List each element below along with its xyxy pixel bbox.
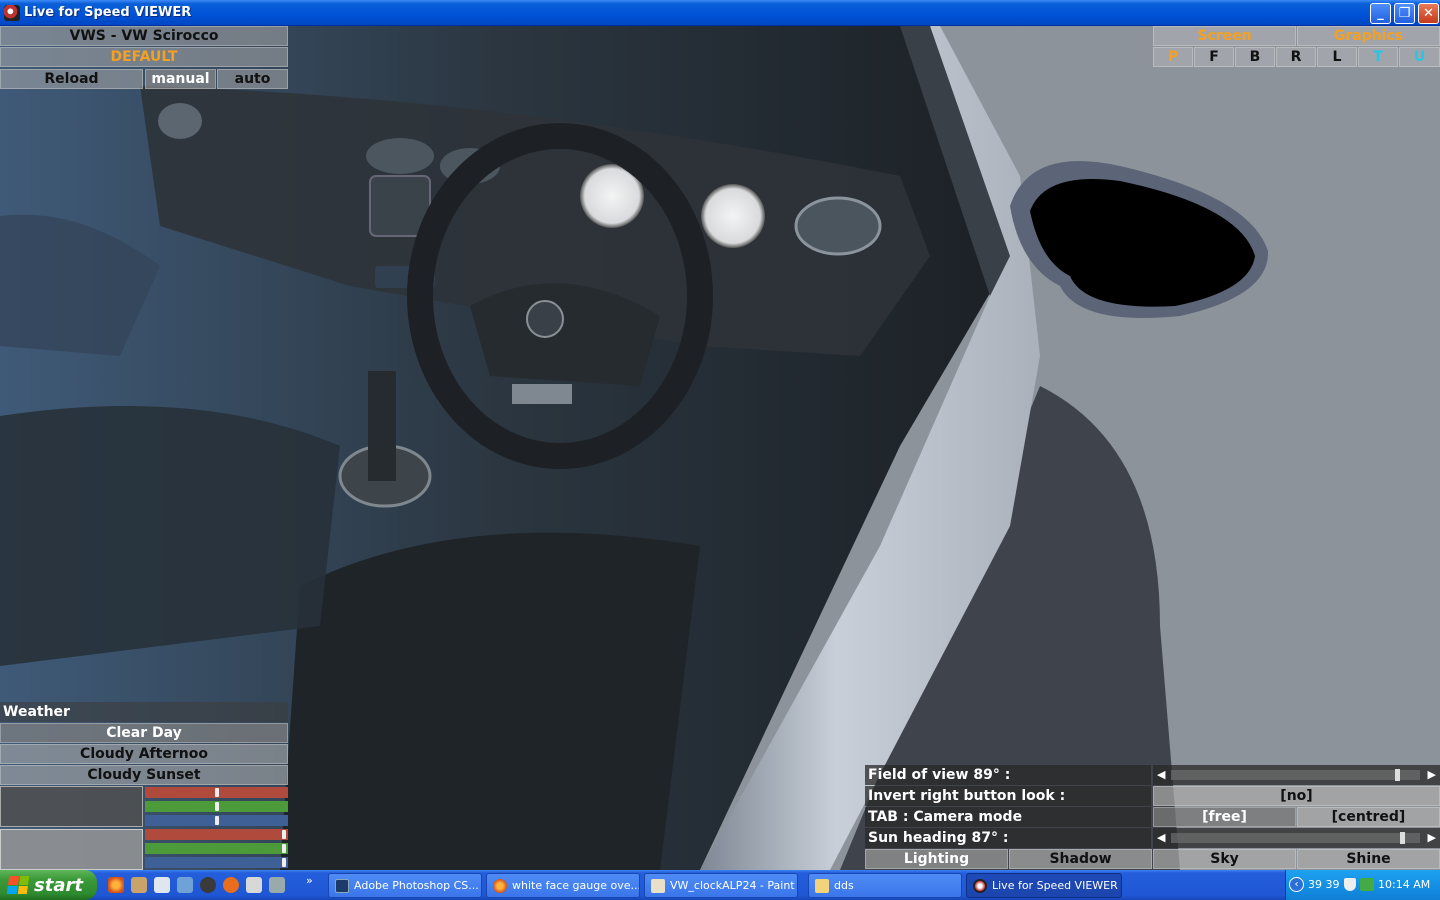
lfs-icon [973,878,987,893]
fov-knob[interactable] [1395,769,1401,781]
ambient-color-swatch[interactable] [0,786,143,827]
fov-label: Field of view 89° : [865,765,1151,785]
lfs-app-icon [4,4,20,21]
sun-green-slider[interactable] [145,843,288,854]
task-label: dds [834,879,854,892]
taskbar-item-dds-folder[interactable]: dds [808,873,962,898]
start-label: start [34,874,83,896]
view-f-button[interactable]: F [1194,47,1234,67]
view-l-button[interactable]: L [1317,47,1357,67]
start-button[interactable]: start [0,870,97,900]
sun-right-arrow-icon[interactable]: ▶ [1428,831,1436,844]
sun-blue-slider[interactable] [145,857,288,868]
task-label: white face gauge ove... [512,879,640,892]
window-title: Live for Speed VIEWER [24,5,192,20]
camera-free-button[interactable]: [free] [1153,807,1296,827]
sun-red-knob[interactable] [282,830,286,839]
view-u-button[interactable]: U [1399,47,1440,67]
sun-left-arrow-icon[interactable]: ◀ [1157,831,1165,844]
ambient-blue-slider[interactable] [145,815,288,826]
tab-shine[interactable]: Shine [1297,849,1440,869]
quicklaunch-expand-icon[interactable]: » [306,874,313,887]
car-skin-label[interactable]: DEFAULT [0,47,288,67]
desktop-quicklaunch-icon[interactable] [154,877,170,893]
ambient-blue-knob[interactable] [214,816,219,825]
ambient-red-knob[interactable] [214,788,219,797]
network-quicklaunch-icon[interactable] [269,877,285,893]
tray-clock: 10:14 AM [1378,878,1431,891]
media-quicklaunch-icon[interactable] [223,877,239,893]
close-button[interactable]: ✕ [1418,3,1439,24]
tray-expand-icon[interactable]: ‹ [1289,877,1304,892]
tray-numbers: 39 39 [1308,878,1340,891]
car-name-label: VWS - VW Scirocco [0,26,288,46]
tool-quicklaunch-icon[interactable] [246,877,262,893]
sun-color-swatch[interactable] [0,829,143,870]
folder-quicklaunch-icon[interactable] [131,877,147,893]
firefox-quicklaunch-icon[interactable] [108,877,124,893]
invert-look-label: Invert right button look : [865,786,1151,806]
tab-lighting[interactable]: Lighting [865,849,1008,869]
windows-logo-icon [6,876,30,894]
paint-icon [651,878,665,893]
weather-heading: Weather [0,702,288,722]
fov-right-arrow-icon[interactable]: ▶ [1428,768,1436,781]
folder-icon [815,878,829,893]
fov-left-arrow-icon[interactable]: ◀ [1157,768,1165,781]
ambient-red-slider[interactable] [145,787,288,798]
window-titlebar: Live for Speed VIEWER _ ❐ ✕ [0,0,1440,26]
camera-centred-button[interactable]: [centred] [1297,807,1440,827]
tab-screen[interactable]: Screen [1153,26,1296,46]
sun-red-slider[interactable] [145,829,288,840]
security-shield-icon[interactable] [1344,878,1356,891]
sun-knob[interactable] [1400,832,1406,844]
sun-blue-knob[interactable] [282,858,286,867]
weather-option-clear-day[interactable]: Clear Day [0,723,288,743]
taskbar-item-lfs-viewer[interactable]: Live for Speed VIEWER [966,873,1122,898]
task-label: Adobe Photoshop CS... [354,879,479,892]
view-r-button[interactable]: R [1276,47,1316,67]
taskbar: start » Adobe Photoshop CS... white face… [0,870,1440,900]
fov-track[interactable] [1171,770,1420,780]
tab-graphics[interactable]: Graphics [1297,26,1440,46]
firefox-icon [493,878,507,893]
reload-button[interactable]: Reload [0,69,143,89]
sun-green-knob[interactable] [282,844,286,853]
auto-button[interactable]: auto [217,69,288,89]
car-interior-viewport[interactable]: VWS - VW Scirocco DEFAULT Reload manual … [0,26,1440,870]
invert-look-toggle[interactable]: [no] [1153,786,1440,806]
maximize-button[interactable]: ❐ [1394,3,1415,24]
taskbar-item-firefox[interactable]: white face gauge ove... [486,873,640,898]
weather-option-cloudy-afternoon[interactable]: Cloudy Afternoo [0,744,288,764]
sun-heading-label: Sun heading 87° : [865,828,1151,848]
task-label: VW_clockALP24 - Paint [670,879,795,892]
manual-button[interactable]: manual [145,69,216,89]
app-quicklaunch-icon[interactable] [200,877,216,893]
ambient-green-slider[interactable] [145,801,288,812]
view-p-button[interactable]: P [1153,47,1193,67]
taskbar-item-photoshop[interactable]: Adobe Photoshop CS... [328,873,482,898]
sun-heading-slider[interactable]: ◀ ▶ [1153,828,1440,848]
view-t-button[interactable]: T [1358,47,1398,67]
tab-sky[interactable]: Sky [1153,849,1296,869]
sun-track[interactable] [1171,833,1420,843]
fov-slider[interactable]: ◀ ▶ [1153,765,1440,785]
taskbar-item-paint[interactable]: VW_clockALP24 - Paint [644,873,798,898]
minimize-button[interactable]: _ [1370,3,1391,24]
view-b-button[interactable]: B [1235,47,1275,67]
system-tray: ‹ 39 39 10:14 AM [1285,870,1440,900]
network-icon[interactable] [1360,878,1374,891]
photoshop-icon [335,878,349,893]
explorer-quicklaunch-icon[interactable] [177,877,193,893]
task-label: Live for Speed VIEWER [992,879,1118,892]
ambient-green-knob[interactable] [214,802,219,811]
weather-option-cloudy-sunset[interactable]: Cloudy Sunset [0,765,288,785]
tab-shadow[interactable]: Shadow [1009,849,1152,869]
camera-mode-label: TAB : Camera mode [865,807,1151,827]
